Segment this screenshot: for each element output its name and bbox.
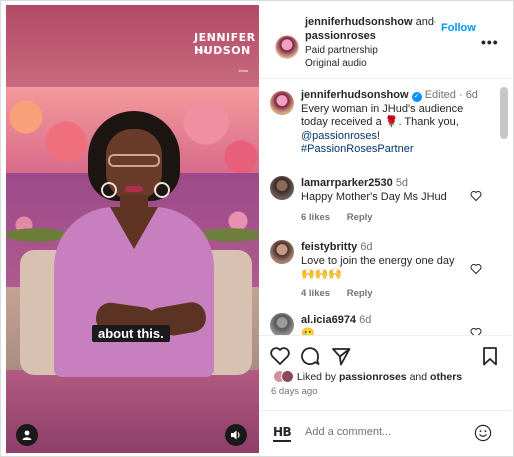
author-username[interactable]: jenniferhudsonshow [305,16,413,28]
video-player[interactable]: JENNIFER the HUDSON show about this. [6,5,259,453]
comment-time[interactable]: 6d [359,314,371,326]
avatar[interactable] [270,91,294,115]
comment-composer: HB Add a comment... [259,410,511,454]
coauthor-username[interactable]: passionroses [305,30,376,42]
post-header: jenniferhudsonshow and · Follow passionr… [259,5,511,79]
rose-emoji: 🌹 [384,116,399,128]
instagram-post-dialog: JENNIFER the HUDSON show about this. jen… [0,0,514,457]
comment-username[interactable]: jenniferhudsonshow [301,89,409,101]
hashtag-link[interactable]: #PassionRosesPartner [301,143,414,155]
comment-icon[interactable] [299,345,321,367]
post-side-panel: jenniferhudsonshow and · Follow passionr… [259,5,511,454]
likes-count[interactable]: 4 likes [301,288,330,299]
mention-link[interactable]: @passionroses [301,130,377,142]
comment-text: Love to join the energy one day [301,254,455,267]
heart-icon[interactable] [470,327,482,335]
separator-dot: · [433,16,437,28]
comment-username[interactable]: lamarrparker2530 [301,177,393,189]
comments-list[interactable]: jenniferhudsonshow ✓ Edited · 6d Every w… [259,80,511,335]
comment-text: Happy Mother's Day Ms JHud [301,190,447,203]
comments-scrollbar[interactable] [500,87,508,139]
share-icon[interactable] [330,345,352,367]
comment-input[interactable]: Add a comment... [305,426,391,438]
heart-icon[interactable] [470,190,482,202]
avatar [281,370,294,383]
comment-text: 🥲 [301,327,315,336]
verified-badge-icon: ✓ [411,92,422,102]
follow-button[interactable]: Follow [441,22,476,34]
liked-by-others-link[interactable]: others [430,371,462,383]
edited-label: Edited [424,89,456,101]
likes-count[interactable]: 6 likes [301,212,330,223]
speaker-icon [231,430,240,440]
comment-username[interactable]: feistybritty [301,241,357,253]
liked-by-line: Liked by passionroses and others [273,370,462,383]
paid-partnership-label[interactable]: Paid partnership [305,45,378,56]
comment-emoji: 🙌🙌🙌 [301,268,343,280]
tagged-users-button[interactable] [16,424,38,446]
hb-logo-icon: HB [273,425,292,439]
audio-label[interactable]: Original audio [305,58,367,69]
user-icon [22,430,32,440]
liked-by-username[interactable]: passionroses [339,371,407,383]
mute-toggle-button[interactable] [225,424,247,446]
emoji-icon[interactable] [474,424,492,442]
heart-icon[interactable] [269,345,291,367]
post-timestamp[interactable]: 6 days ago [271,386,317,397]
bookmark-icon[interactable] [479,345,501,367]
author-line: jenniferhudsonshow and [305,16,434,28]
more-options-button[interactable]: ••• [481,34,499,50]
avatar[interactable] [270,176,294,200]
reply-button[interactable]: Reply [347,288,373,299]
comment-time[interactable]: 6d [466,89,478,101]
avatar[interactable] [270,240,294,264]
avatar[interactable] [270,313,294,335]
video-subtitle: about this. [92,325,170,342]
comment-time[interactable]: 6d [360,241,372,253]
heart-icon[interactable] [470,263,482,275]
reply-button[interactable]: Reply [347,212,373,223]
avatar[interactable] [275,35,299,59]
comment-username[interactable]: al.icia6974 [301,314,356,326]
comment-time[interactable]: 5d [396,177,408,189]
show-logo: JENNIFER the HUDSON show [194,31,256,73]
